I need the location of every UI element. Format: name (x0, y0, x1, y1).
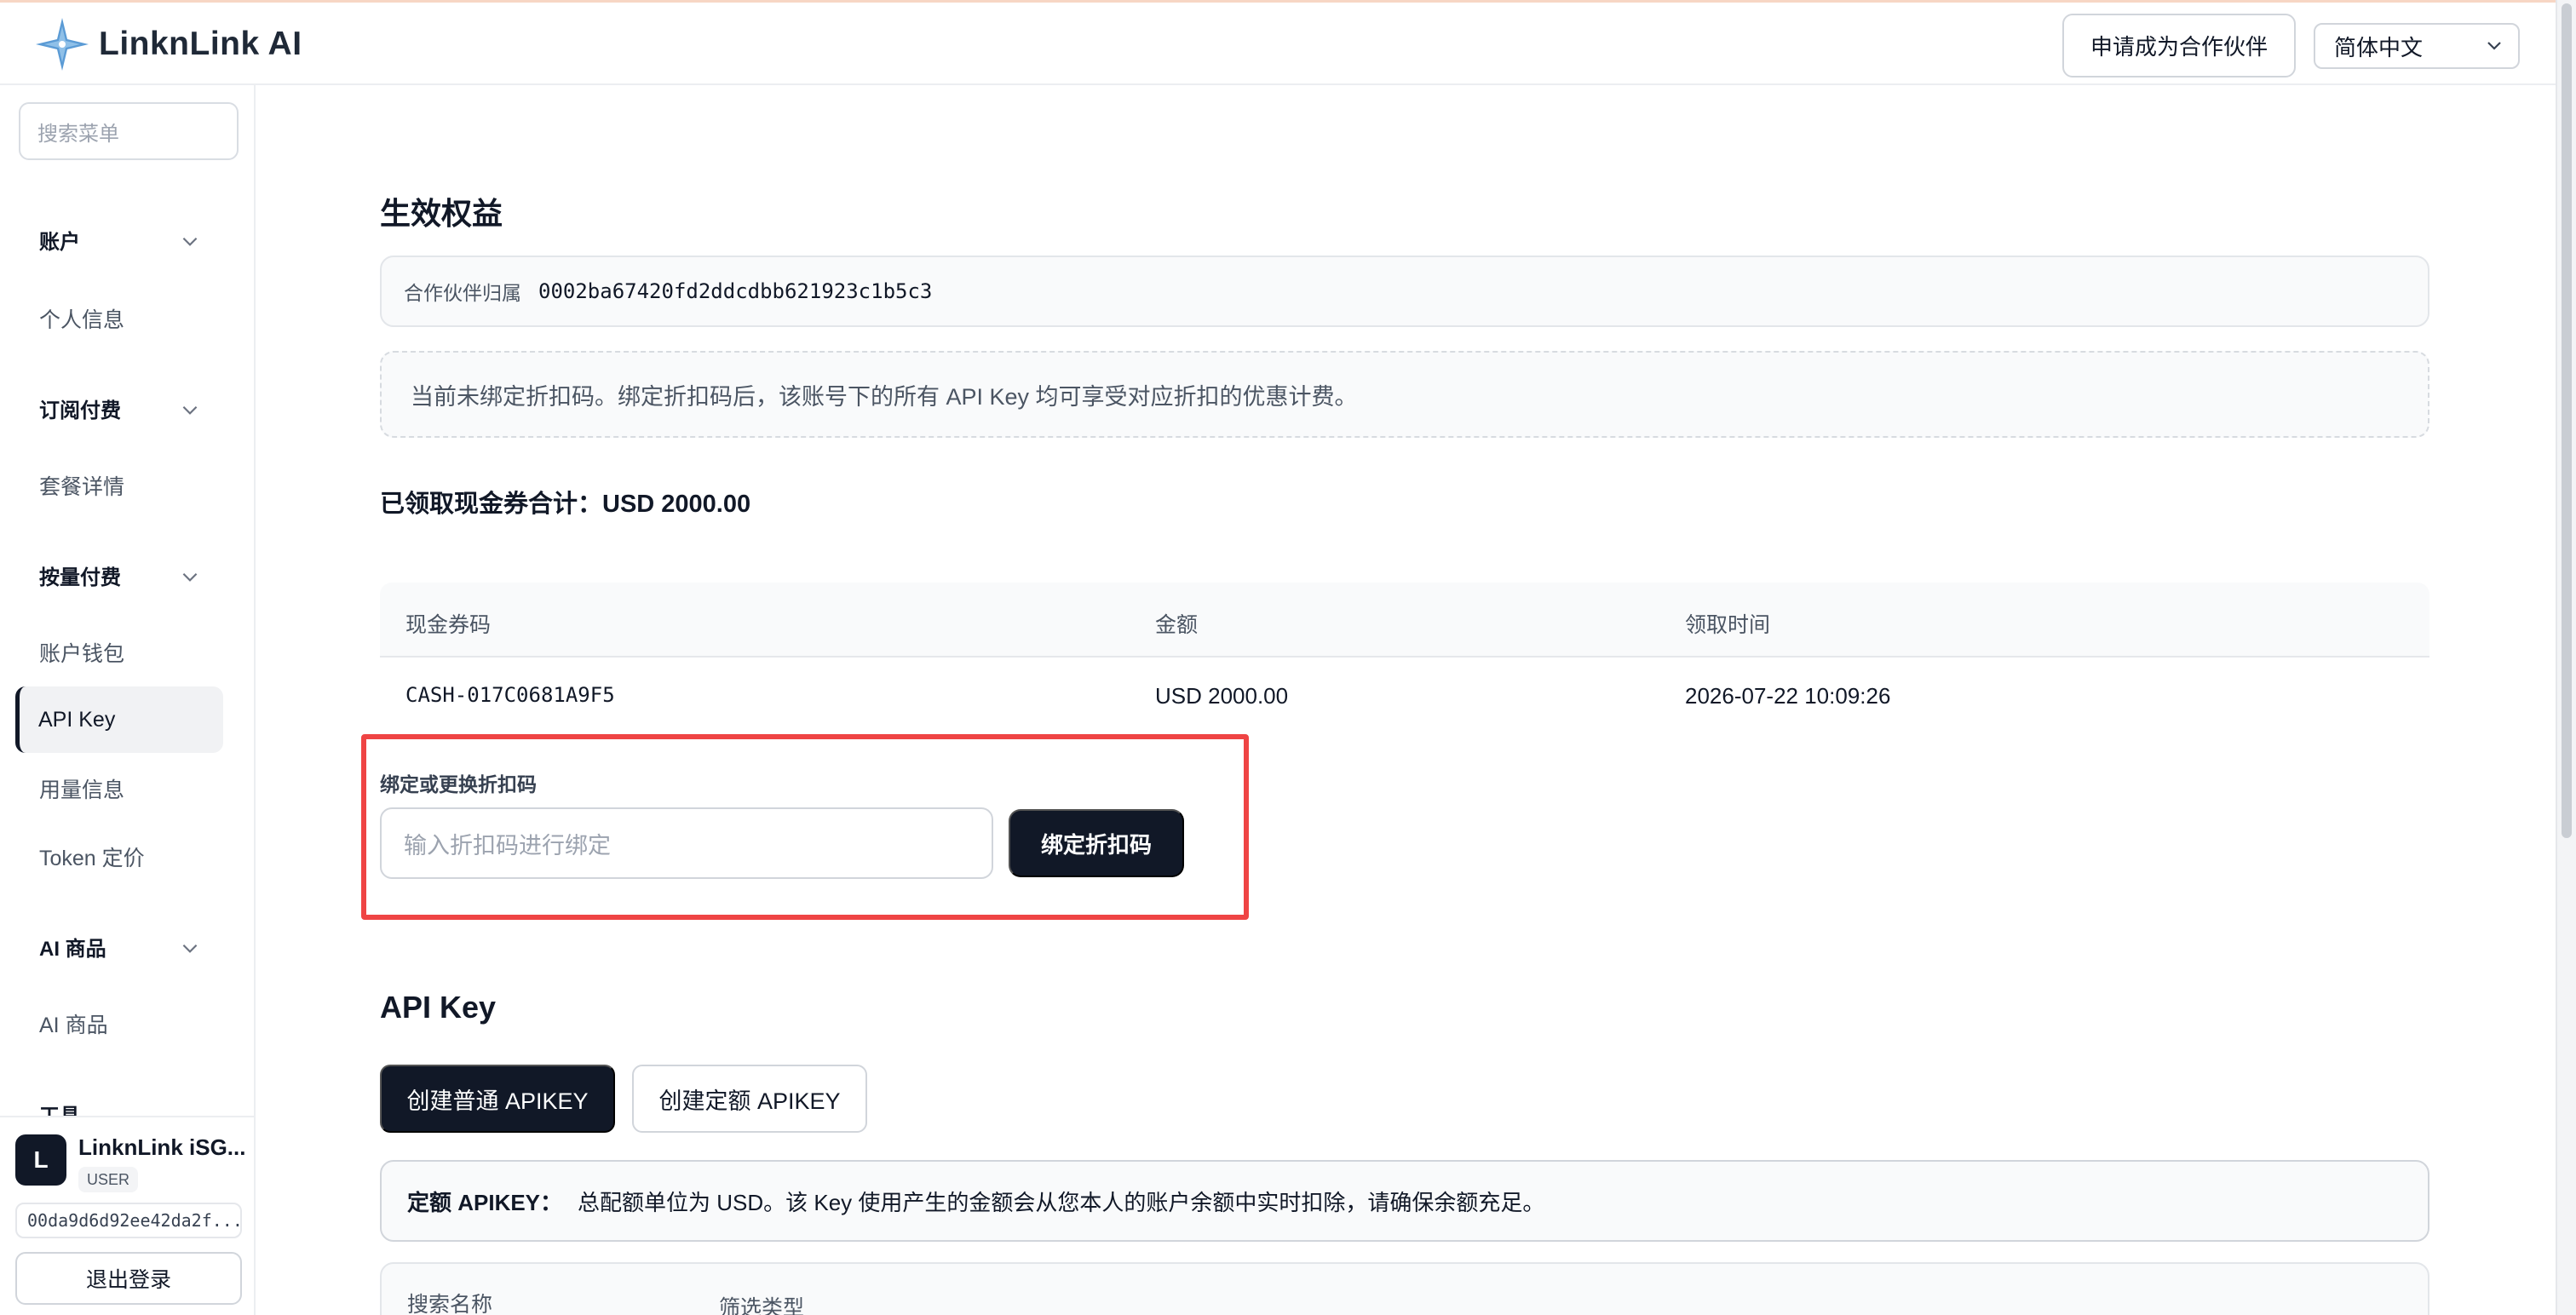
chevron-down-icon[interactable] (179, 230, 201, 252)
page-scrollbar[interactable] (2556, 0, 2576, 1315)
discount-notice: 当前未绑定折扣码。绑定折扣码后，该账号下的所有 API Key 均可享受对应折扣… (380, 351, 2429, 438)
sidebar-group-subscription[interactable]: 订阅付费 (39, 393, 121, 423)
brand-name: LinknLink AI (99, 26, 302, 62)
sidebar: 搜索菜单 账户 个人信息 订阅付费 套餐详情 按量付费 账户钱包 API Key… (0, 85, 256, 1315)
sidebar-group-account[interactable]: 账户 (39, 225, 80, 255)
quota-note-text: 总配额单位为 USD。该 Key 使用产生的金额会从您本人的账户余额中实时扣除，… (578, 1189, 1545, 1215)
chevron-down-icon[interactable] (179, 937, 201, 959)
become-partner-button[interactable]: 申请成为合作伙伴 (2062, 14, 2296, 78)
user-role-badge: USER (78, 1167, 139, 1192)
user-panel: L LinknLink iSG... USER 00da9d6d92ee42da… (0, 1116, 254, 1315)
create-quota-apikey-button[interactable]: 创建定额 APIKEY (632, 1065, 867, 1133)
cash-voucher-total: 已领取现金券合计：USD 2000.00 (380, 491, 751, 518)
filter-type-label: 筛选类型 (719, 1296, 805, 1315)
avatar[interactable]: L (15, 1134, 66, 1186)
column-header-time: 领取时间 (1685, 613, 1771, 637)
logout-button[interactable]: 退出登录 (15, 1252, 242, 1305)
create-normal-apikey-button[interactable]: 创建普通 APIKEY (380, 1065, 615, 1133)
menu-search-input[interactable]: 搜索菜单 (19, 102, 239, 160)
partner-attribution: 合作伙伴归属 0002ba67420fd2ddcdbb621923c1b5c3 (380, 256, 2429, 327)
column-header-amount: 金额 (1155, 613, 1199, 637)
sidebar-group-ai-products[interactable]: AI 商品 (39, 932, 106, 962)
user-id[interactable]: 00da9d6d92ee42da2f... (15, 1203, 242, 1238)
bind-discount-button[interactable]: 绑定折扣码 (1009, 809, 1184, 877)
partner-label: 合作伙伴归属 (404, 282, 521, 304)
voucher-code-cell: CASH-017C0681A9F5 (405, 683, 615, 707)
sidebar-item-profile[interactable]: 个人信息 (39, 303, 124, 334)
sidebar-item-ai-products[interactable]: AI 商品 (39, 1008, 108, 1039)
chevron-down-icon[interactable] (179, 399, 201, 421)
chevron-down-icon (2487, 42, 2501, 50)
sidebar-item-usage[interactable]: 用量信息 (39, 773, 124, 804)
quota-note-label: 定额 APIKEY： (407, 1189, 563, 1215)
api-key-title: API Key (380, 990, 497, 1025)
scrollbar-thumb[interactable] (2562, 3, 2572, 838)
sidebar-item-wallet[interactable]: 账户钱包 (39, 637, 124, 668)
apikey-filter-panel: 搜索名称 筛选类型 (380, 1262, 2429, 1315)
chevron-down-icon[interactable] (179, 566, 201, 588)
brand-logo[interactable]: LinknLink AI (34, 14, 302, 74)
user-name: LinknLink iSG... (78, 1134, 246, 1160)
table-header: 现金券码 金额 领取时间 (380, 583, 2429, 658)
language-select[interactable]: 简体中文 (2314, 23, 2520, 69)
discount-code-input[interactable]: 输入折扣码进行绑定 (380, 807, 993, 879)
language-value: 简体中文 (2334, 34, 2424, 60)
bind-code-label: 绑定或更换折扣码 (380, 773, 537, 795)
top-bar: LinknLink AI 申请成为合作伙伴 简体中文 (0, 0, 2556, 85)
sparkle-logo-icon (36, 18, 89, 71)
benefits-title: 生效权益 (380, 196, 503, 231)
quota-apikey-note: 定额 APIKEY： 总配额单位为 USD。该 Key 使用产生的金额会从您本人… (380, 1160, 2429, 1242)
partner-value: 0002ba67420fd2ddcdbb621923c1b5c3 (538, 279, 933, 303)
column-header-code: 现金券码 (405, 613, 492, 637)
sidebar-item-token-pricing[interactable]: Token 定价 (39, 841, 145, 872)
filter-name-label: 搜索名称 (407, 1293, 493, 1315)
sidebar-item-api-key[interactable]: API Key (15, 686, 223, 753)
voucher-amount-cell: USD 2000.00 (1155, 683, 1289, 709)
voucher-time-cell: 2026-07-22 10:09:26 (1685, 683, 1891, 709)
sidebar-item-plan-details[interactable]: 套餐详情 (39, 470, 124, 501)
sidebar-group-pay-as-you-go[interactable]: 按量付费 (39, 560, 121, 590)
voucher-table: 现金券码 金额 领取时间 CASH-017C0681A9F5 USD 2000.… (380, 583, 2429, 738)
